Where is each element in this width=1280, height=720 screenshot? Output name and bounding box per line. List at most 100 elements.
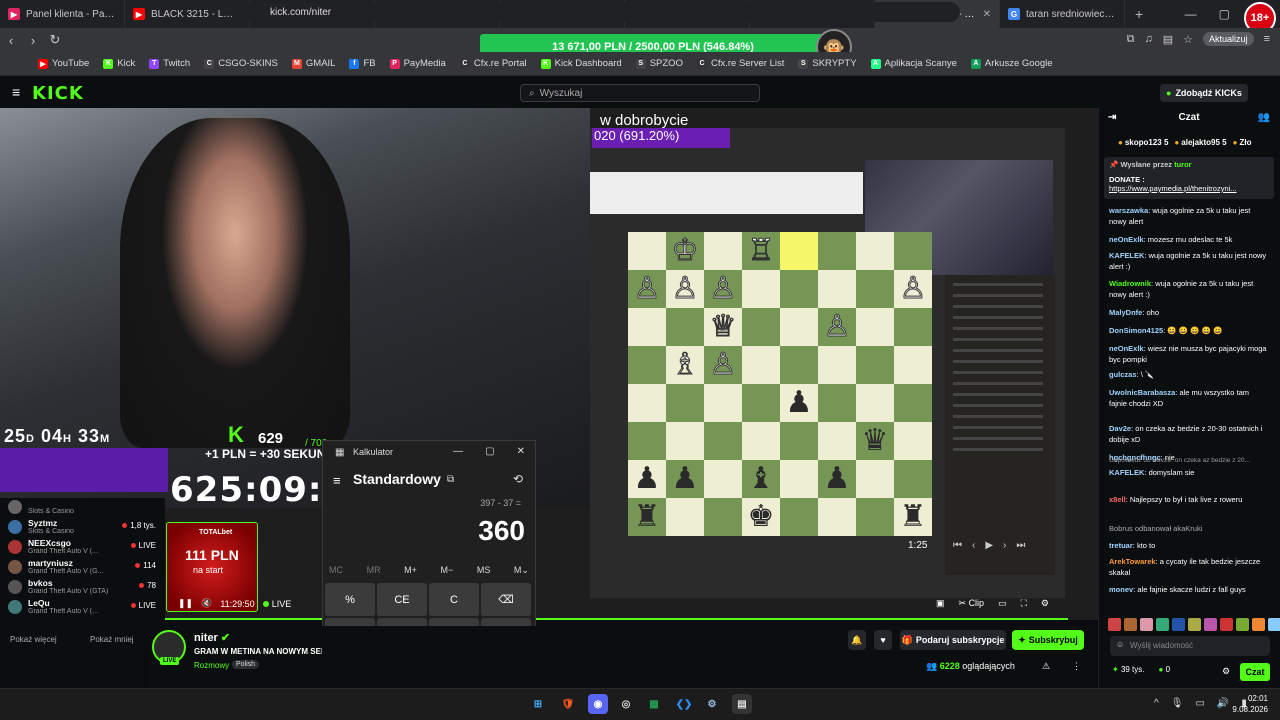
bookmark-item[interactable]: T Twitch <box>149 58 190 69</box>
browser-tab[interactable]: ▶Panel klienta - PayMedia <box>0 0 125 28</box>
hamburger-menu-icon[interactable]: ≡ <box>12 84 20 100</box>
back-icon[interactable]: ‹ <box>0 33 22 48</box>
chat-message[interactable]: x8ell: Najlepszy to był i tak live z row… <box>1109 494 1267 505</box>
bookmark-item[interactable]: S SPZOO <box>635 58 683 69</box>
gift-subscription-button[interactable]: 🎁 Podaruj subskrypcje <box>900 630 1006 650</box>
calculator-key[interactable]: C <box>429 583 479 616</box>
show-less-link[interactable]: Pokaż mniej <box>90 635 134 644</box>
chat-message[interactable]: neOnExlk: wiesz nie musza byc pajacyki m… <box>1109 343 1267 365</box>
calculator-taskbar-icon[interactable]: ▤ <box>732 694 752 714</box>
language-tag[interactable]: Polish <box>232 660 260 669</box>
chat-message[interactable]: gulczas: \ 🔪 <box>1109 369 1267 380</box>
emote-icon[interactable] <box>1140 618 1153 631</box>
theater-icon[interactable]: ▣ <box>936 598 945 609</box>
sidebar-channel[interactable]: Slots & Casino <box>8 498 158 518</box>
more-options-icon[interactable]: ⋮ <box>1072 661 1081 672</box>
browser-tab[interactable]: ▶BLACK 3215 - LOVESTORY <box>125 0 250 28</box>
volume-icon[interactable]: 🔊 <box>1217 698 1229 709</box>
memory-button[interactable]: M⌄ <box>514 565 529 576</box>
bookmark-item[interactable]: S SKRYPTY <box>798 58 857 69</box>
follow-heart-icon[interactable]: ♥ <box>874 630 892 650</box>
memory-button[interactable]: M− <box>441 565 454 576</box>
discord-icon[interactable]: ◉ <box>588 694 608 714</box>
vscode-icon[interactable]: ❮❯ <box>674 694 694 714</box>
menu-icon[interactable]: ≡ <box>1264 33 1270 45</box>
top-gifter[interactable]: ● Zło <box>1233 138 1252 147</box>
mute-icon[interactable]: 🔇 <box>201 598 212 609</box>
memory-button[interactable]: MC <box>329 565 343 576</box>
clip-button[interactable]: ✂ Clip <box>959 598 985 609</box>
nav-menu-icon[interactable]: ≡ <box>333 473 341 488</box>
fullscreen-icon[interactable]: ⛶ <box>1021 598 1027 609</box>
obs-icon[interactable]: ◎ <box>616 694 636 714</box>
network-icon[interactable]: ▭ <box>1195 698 1204 709</box>
emote-icon[interactable] <box>1268 618 1280 631</box>
chat-message[interactable]: Wiadrownik: wuja ogolnie za 5k u taku je… <box>1109 278 1267 300</box>
pip-icon[interactable]: ▭ <box>998 598 1007 609</box>
brave-browser-icon[interactable]: 🛡 <box>558 694 578 714</box>
collapse-chat-icon[interactable]: ⇥ <box>1108 112 1116 123</box>
sidebar-icon[interactable]: ▤ <box>1163 33 1173 46</box>
music-icon[interactable]: ♫ <box>1145 33 1153 45</box>
kick-logo[interactable]: KICK <box>32 83 84 104</box>
sidebar-channel[interactable]: NEEXcsgo Grand Theft Auto V (... LIVE <box>8 538 158 558</box>
emote-icon[interactable] <box>1188 618 1201 631</box>
chat-message[interactable]: Bobrus odbanował akaKruki <box>1109 523 1267 535</box>
memory-button[interactable]: M+ <box>404 565 417 576</box>
top-gifter[interactable]: ● alejakto95 5 <box>1174 138 1226 147</box>
sidebar-channel[interactable]: Syztmz Slots & Casino 1,8 tys. <box>8 518 158 538</box>
bookmark-item[interactable]: K Kick <box>103 58 135 69</box>
chess-nav-icon[interactable]: ⏮ <box>953 540 962 551</box>
close-icon[interactable]: ✕ <box>517 446 525 457</box>
memory-button[interactable]: MS <box>477 565 491 576</box>
chat-message[interactable]: tretuar: kto to <box>1109 540 1267 551</box>
calculator-key[interactable]: ⌫ <box>481 583 531 616</box>
chess-nav-icon[interactable]: ‹ <box>972 540 975 551</box>
show-more-link[interactable]: Pokaż więcej <box>10 635 57 644</box>
sidebar-channel[interactable]: martyniusz Grand Theft Auto V (G... 114 <box>8 558 158 578</box>
chat-message[interactable]: ArekTowarek: a cycaty ile tak bedzie jes… <box>1109 556 1267 578</box>
forward-icon[interactable]: › <box>22 33 44 48</box>
get-kicks-button[interactable]: ● Zdobądź KICKs <box>1160 84 1248 102</box>
star-icon[interactable]: ☆ <box>1183 33 1193 46</box>
chess-nav-icon[interactable]: › <box>1003 540 1006 551</box>
new-tab-icon[interactable]: + <box>1125 6 1153 22</box>
chat-message[interactable]: KAFELEK: domyslam sie <box>1109 467 1267 478</box>
chess-nav-icon[interactable]: ▶ <box>985 540 993 551</box>
tab-close-icon[interactable]: ✕ <box>983 9 991 20</box>
chat-message[interactable]: warszawka: wuja ogolnie za 5k u taku jes… <box>1109 205 1267 227</box>
pause-icon[interactable]: ❚❚ <box>178 598 193 609</box>
emote-icon[interactable] <box>1236 618 1249 631</box>
emote-icon[interactable] <box>1108 618 1121 631</box>
emote-icon[interactable] <box>1252 618 1265 631</box>
chat-message[interactable]: DonSimon4125: 😀 😀 😀 😀 😀 <box>1109 325 1267 336</box>
emoji-icon[interactable]: ☺ <box>1116 640 1124 649</box>
bookmark-item[interactable]: K Kick Dashboard <box>540 58 622 69</box>
top-gifter[interactable]: ● skopo123 5 <box>1118 138 1168 147</box>
tray-chevron-icon[interactable]: ^ <box>1154 698 1159 709</box>
history-icon[interactable]: ⟲ <box>513 472 523 486</box>
chat-settings-icon[interactable]: ⚙ <box>1222 666 1230 677</box>
bookmark-item[interactable]: f FB <box>349 58 376 69</box>
sidebar-channel[interactable]: bvkos Grand Theft Auto V (GTA) 78 <box>8 578 158 598</box>
system-clock[interactable]: 02:01 9.08.2026 <box>1232 693 1268 715</box>
chat-users-icon[interactable]: 👥 <box>1258 112 1270 123</box>
donate-link[interactable]: https://www.paymedia.pl/thenitrozyni... <box>1109 184 1269 193</box>
windows-start-icon[interactable]: ⊞ <box>528 694 548 714</box>
channel-name[interactable]: niter ✔ <box>194 631 230 644</box>
bookmark-item[interactable]: C Cfx.re Portal <box>459 58 527 69</box>
keep-on-top-icon[interactable]: ⧉ <box>447 474 454 485</box>
chat-send-button[interactable]: Czat <box>1240 663 1270 681</box>
bookmark-item[interactable]: A Aplikacja Scanye <box>870 58 957 69</box>
steam-icon[interactable]: ⚙ <box>702 694 722 714</box>
chat-message[interactable]: KAFELEK: wuja ogolnie za 5k u taku jest … <box>1109 250 1267 272</box>
settings-gear-icon[interactable]: ⚙ <box>1041 598 1049 609</box>
update-button[interactable]: Aktualizuj <box>1203 32 1254 46</box>
reload-icon[interactable]: ↻ <box>44 32 66 48</box>
bookmark-item[interactable]: C CSGO-SKINS <box>204 58 278 69</box>
subscribe-button[interactable]: ✦ Subskrybuj <box>1012 630 1084 650</box>
bookmark-item[interactable]: M GMAIL <box>291 58 335 69</box>
calculator-key[interactable]: CE <box>377 583 427 616</box>
notification-bell-icon[interactable]: 🔔 <box>848 630 866 650</box>
emote-icon[interactable] <box>1220 618 1233 631</box>
